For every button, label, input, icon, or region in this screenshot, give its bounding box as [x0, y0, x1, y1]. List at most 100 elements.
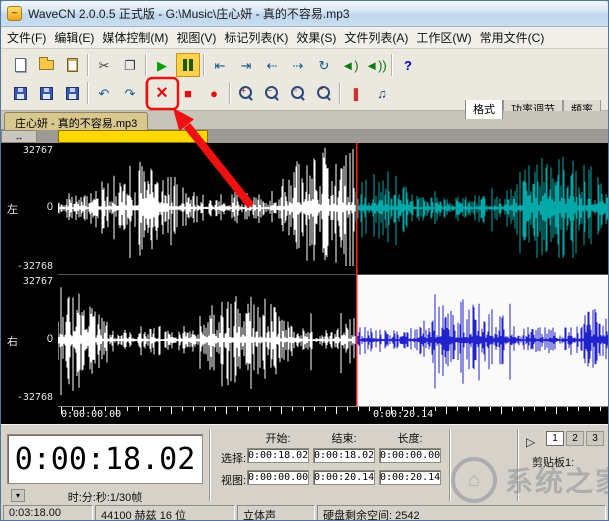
- cut-button[interactable]: ✂: [92, 53, 116, 77]
- record-button[interactable]: ●: [202, 81, 226, 105]
- zoom-selection-icon: ▫: [291, 86, 305, 100]
- floppy-icon: [14, 87, 27, 100]
- zoom-in-icon: +: [239, 86, 253, 100]
- zoom-in-button[interactable]: +: [234, 81, 258, 105]
- scissors-icon: ✂: [99, 59, 110, 72]
- stop-button[interactable]: ■: [176, 81, 200, 105]
- divider: [517, 429, 519, 501]
- toolbar-separator: [87, 54, 89, 76]
- view-start-field[interactable]: 0:00:00.00: [247, 470, 309, 485]
- menu-common-files[interactable]: 常用文件(C): [476, 27, 549, 49]
- tab-format[interactable]: 格式: [465, 100, 503, 119]
- wavecn-window: ~ WaveCN 2.0.0.5 正式版 - G:\Music\庄心妍 - 真的…: [0, 0, 609, 521]
- waveform-area: 32767 左 0 -32768 32767 右 0 -32768 0:00:0…: [1, 143, 609, 424]
- channel-right-zero: 0: [47, 333, 53, 349]
- go-end-button[interactable]: ⇥: [234, 53, 258, 77]
- toolbar-separator: [145, 54, 147, 76]
- toolbar-separator: [229, 82, 231, 104]
- selection-start-field[interactable]: 0:00:18.02: [247, 448, 309, 463]
- menu-bar: 文件(F) 编辑(E) 媒体控制(M) 视图(V) 标记列表(K) 效果(S) …: [1, 27, 608, 49]
- undo-icon: ↶: [99, 87, 110, 100]
- prev-marker-button[interactable]: ⇠: [260, 53, 284, 77]
- zoom-out-button[interactable]: −: [260, 81, 284, 105]
- timeline-mid-label: 0:00:20.14: [373, 409, 433, 420]
- clipboard-tab-1[interactable]: 1: [546, 431, 564, 446]
- volume-button[interactable]: ◄)): [364, 53, 388, 77]
- menu-file[interactable]: 文件(F): [3, 27, 50, 49]
- zoom-selection-button[interactable]: ▫: [286, 81, 310, 105]
- status-bar: 0:03:18.00 44100 赫兹 16 位 立体声 硬盘剩余空间: 254…: [1, 504, 608, 521]
- loop-play-button[interactable]: ↻: [312, 53, 336, 77]
- ruler-ch2-max: 32767: [3, 276, 53, 287]
- open-folder-icon: [39, 60, 54, 70]
- help-icon: ?: [404, 59, 412, 72]
- redo-button[interactable]: ↷: [118, 81, 142, 105]
- copy-button[interactable]: ❐: [118, 53, 142, 77]
- go-start-icon: ⇤: [215, 59, 226, 72]
- selection-end-field[interactable]: 0:00:18.02: [313, 448, 375, 463]
- level-meter-button[interactable]: ❚: [344, 81, 368, 105]
- clipboard-icon: [67, 58, 78, 72]
- speaker-loud-icon: ◄)): [365, 59, 387, 72]
- file-tab-strip: 庄心妍 - 真的不容易.mp3: [1, 111, 608, 130]
- toolbar-separator: [391, 54, 393, 76]
- open-file-button[interactable]: [34, 53, 58, 77]
- clipboard-tab-3[interactable]: 3: [586, 431, 604, 446]
- floppy-icon: [40, 87, 53, 100]
- status-disk-space: 硬盘剩余空间: 2542: [317, 505, 606, 521]
- file-tab-current[interactable]: 庄心妍 - 真的不容易.mp3: [4, 112, 148, 130]
- menu-marker-list[interactable]: 标记列表(K): [220, 27, 292, 49]
- new-file-button[interactable]: [8, 53, 32, 77]
- waveform-display[interactable]: [58, 143, 609, 424]
- view-row-label: 视图:: [221, 472, 246, 488]
- app-icon: ~: [7, 6, 22, 21]
- view-end-field[interactable]: 0:00:20.14: [313, 470, 375, 485]
- delete-button[interactable]: ×: [150, 81, 174, 105]
- title-bar[interactable]: ~ WaveCN 2.0.0.5 正式版 - G:\Music\庄心妍 - 真的…: [1, 1, 608, 27]
- clipboard-tab-2[interactable]: 2: [566, 431, 584, 446]
- delete-x-icon: ×: [156, 84, 168, 102]
- horizontal-scrollbar[interactable]: ↔: [1, 130, 608, 143]
- play-icon: ▶: [157, 59, 167, 72]
- monitor-button[interactable]: ◄): [338, 53, 362, 77]
- channel-left-name: 左: [7, 201, 18, 217]
- go-start-button[interactable]: ⇤: [208, 53, 232, 77]
- clipboard-play-icon[interactable]: ▷: [526, 435, 535, 449]
- menu-effects[interactable]: 效果(S): [292, 27, 340, 49]
- channel-left-zero: 0: [47, 201, 53, 217]
- menu-media-control[interactable]: 媒体控制(M): [98, 27, 172, 49]
- zoom-full-button[interactable]: *: [312, 81, 336, 105]
- paste-new-button[interactable]: [60, 53, 84, 77]
- undo-button[interactable]: ↶: [92, 81, 116, 105]
- ruler-ch1-label: 左 0: [7, 201, 53, 217]
- prev-marker-icon: ⇠: [267, 59, 278, 72]
- hscroll-handle-button[interactable]: ↔: [1, 130, 37, 143]
- channel-right-name: 右: [7, 333, 18, 349]
- menu-edit[interactable]: 编辑(E): [50, 27, 98, 49]
- zoom-sign: −: [266, 86, 273, 95]
- redo-icon: ↷: [125, 87, 136, 100]
- zoom-sign: *: [318, 86, 325, 95]
- end-column-header: 结束:: [313, 430, 375, 446]
- start-column-header: 开始:: [247, 430, 309, 446]
- save-copy-button[interactable]: [60, 81, 84, 105]
- main-time-display: 0:00:18.02: [7, 434, 203, 484]
- selection-length-field[interactable]: 0:00:00.00: [379, 448, 441, 463]
- zoom-full-icon: *: [317, 86, 331, 100]
- hscroll-thumb[interactable]: [58, 130, 208, 143]
- menu-workspace[interactable]: 工作区(W): [412, 27, 475, 49]
- ruler-ch1-max: 32767: [3, 145, 53, 156]
- tone-button[interactable]: ♫: [370, 81, 394, 105]
- toolbar-separator: [145, 82, 147, 104]
- menu-file-list[interactable]: 文件列表(A): [340, 27, 412, 49]
- view-length-field[interactable]: 0:00:20.14: [379, 470, 441, 485]
- menu-view[interactable]: 视图(V): [172, 27, 220, 49]
- clipboard-label: 剪贴板1:: [532, 454, 574, 470]
- play-button[interactable]: ▶: [150, 53, 174, 77]
- next-marker-button[interactable]: ⇢: [286, 53, 310, 77]
- thermometer-icon: ❚: [351, 87, 362, 100]
- help-button[interactable]: ?: [396, 53, 420, 77]
- pause-button[interactable]: [176, 53, 200, 77]
- save-as-button[interactable]: [34, 81, 58, 105]
- save-button[interactable]: [8, 81, 32, 105]
